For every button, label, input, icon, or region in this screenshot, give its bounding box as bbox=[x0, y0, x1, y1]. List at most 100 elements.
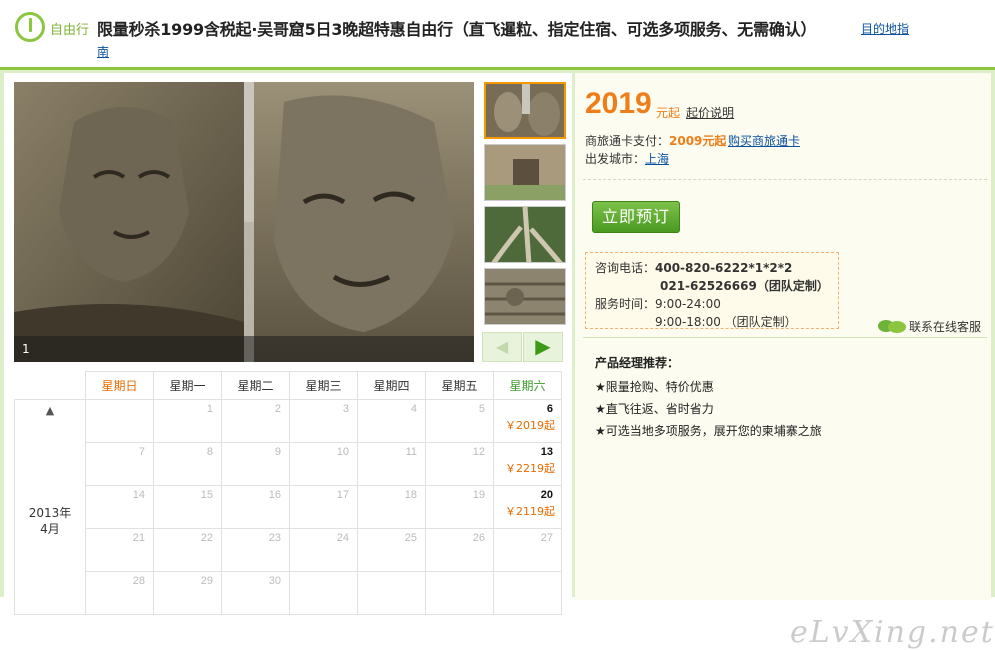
recommend-item: ★限量抢购、特价优惠 bbox=[595, 380, 714, 394]
product-info-panel: 2019 元起 起价说明 商旅通卡支付： 2009元起 购买商旅通卡 出发城市：… bbox=[575, 73, 991, 600]
calendar-year-month: 2013年4月 bbox=[28, 506, 72, 536]
thumbnail-tree-roots[interactable] bbox=[484, 206, 566, 263]
calendar-day: 17 bbox=[289, 485, 358, 529]
product-frame: 1 ◀ ▶ 星期日 星期一 星期二 星期三 星期四 星期五 星期六 ▲ 2013… bbox=[0, 67, 995, 650]
calendar-day-available[interactable]: 6 ￥2019起 bbox=[493, 399, 562, 443]
calendar-day: 7 bbox=[85, 442, 154, 486]
calendar-day: 11 bbox=[357, 442, 426, 486]
day-number: 18 bbox=[404, 489, 417, 501]
service-hours-label: 服务时间： bbox=[595, 297, 656, 311]
calendar-day: 29 bbox=[153, 571, 222, 615]
price-explanation-link[interactable]: 起价说明 bbox=[686, 104, 734, 121]
day-number: 4 bbox=[410, 403, 417, 415]
calendar-day bbox=[289, 571, 358, 615]
calendar-week-row: 14 15 16 17 18 19 20 ￥2119起 bbox=[15, 485, 562, 529]
day-number: 24 bbox=[336, 532, 349, 544]
calendar-day: 12 bbox=[425, 442, 494, 486]
calendar-day: 21 bbox=[85, 528, 154, 572]
day-price[interactable]: ￥2119起 bbox=[494, 501, 561, 519]
day-number: 5 bbox=[478, 403, 485, 415]
thumbnail-bayon-faces[interactable] bbox=[484, 82, 566, 139]
calendar-day bbox=[357, 571, 426, 615]
calendar-day: 2 bbox=[221, 399, 290, 443]
phone-label: 咨询电话： bbox=[595, 261, 656, 275]
calendar-day: 27 bbox=[493, 528, 562, 572]
main-photo[interactable]: 1 bbox=[14, 82, 474, 362]
thumbnail-stone-relief[interactable] bbox=[484, 268, 566, 325]
calendar-day: 14 bbox=[85, 485, 154, 529]
online-service-link[interactable]: 联系在线客服 bbox=[909, 318, 981, 335]
recommend-item: ★直飞往返、省时省力 bbox=[595, 402, 714, 416]
calendar-day bbox=[493, 571, 562, 615]
thumbnail-image bbox=[485, 207, 565, 262]
weekday-header: 星期五 bbox=[425, 371, 494, 400]
site-watermark: eLvXing.net bbox=[790, 615, 995, 650]
day-price[interactable]: ￥2219起 bbox=[494, 458, 561, 476]
previous-month-arrow-icon[interactable]: ▲ bbox=[15, 404, 85, 417]
calendar-day: 4 bbox=[357, 399, 426, 443]
calendar-week-row: 7 8 9 10 11 12 13 ￥2219起 bbox=[15, 442, 562, 486]
day-number: 21 bbox=[132, 532, 145, 544]
calendar-weekday-row: 星期日 星期一 星期二 星期三 星期四 星期五 星期六 bbox=[14, 371, 562, 400]
phone-number-1: 400-820-6222*1*2*2 bbox=[655, 261, 793, 275]
gallery-prev-button[interactable]: ◀ bbox=[482, 332, 522, 362]
day-number: 27 bbox=[540, 532, 553, 544]
photo-caption: 1 bbox=[14, 336, 474, 362]
gallery-next-button[interactable]: ▶ bbox=[523, 332, 563, 362]
destination-guide-link[interactable]: 目的地指 bbox=[861, 20, 909, 37]
day-number: 14 bbox=[132, 489, 145, 501]
calendar-day: 25 bbox=[357, 528, 426, 572]
calendar-day: 23 bbox=[221, 528, 290, 572]
weekday-header: 星期三 bbox=[289, 371, 358, 400]
weekday-header: 星期日 bbox=[85, 371, 154, 400]
calendar-month-cell: ▲ 2013年4月 bbox=[14, 399, 86, 615]
departure-city-link[interactable]: 上海 bbox=[645, 150, 669, 167]
service-hours-1: 9:00-24:00 bbox=[655, 297, 721, 311]
day-number: 2 bbox=[274, 403, 281, 415]
phone-number-2: 021-62526669（团队定制） bbox=[660, 279, 829, 293]
calendar-week-row: 21 22 23 24 25 26 27 bbox=[15, 528, 562, 572]
day-number: 10 bbox=[336, 446, 349, 458]
day-price[interactable]: ￥2019起 bbox=[494, 415, 561, 433]
day-number: 3 bbox=[342, 403, 349, 415]
calendar-day bbox=[425, 571, 494, 615]
weekday-header: 星期六 bbox=[493, 371, 562, 400]
day-number: 8 bbox=[206, 446, 213, 458]
calendar-day: 26 bbox=[425, 528, 494, 572]
calendar-day: 30 bbox=[221, 571, 290, 615]
buy-travel-card-link[interactable]: 购买商旅通卡 bbox=[728, 132, 800, 149]
calendar-day: 3 bbox=[289, 399, 358, 443]
day-number: 23 bbox=[268, 532, 281, 544]
page-header: 自由行 限量秒杀1999含税起·吴哥窟5日3晚超特惠自由行（直飞暹粒、指定住宿、… bbox=[0, 0, 995, 67]
thumbnail-image bbox=[485, 269, 565, 324]
day-number: 12 bbox=[472, 446, 485, 458]
starting-price: 2019 bbox=[585, 87, 652, 120]
departure-city-label: 出发城市： bbox=[585, 152, 646, 166]
weekday-header: 星期一 bbox=[153, 371, 222, 400]
day-number: 22 bbox=[200, 532, 213, 544]
calendar-day: 19 bbox=[425, 485, 494, 529]
destination-guide-link-continued[interactable]: 南 bbox=[97, 43, 109, 60]
thumbnail-temple-gate[interactable] bbox=[484, 144, 566, 201]
card-payment-label: 商旅通卡支付： bbox=[585, 134, 670, 148]
calendar-day bbox=[85, 399, 154, 443]
calendar-day-available[interactable]: 20 ￥2119起 bbox=[493, 485, 562, 529]
calendar-day: 1 bbox=[153, 399, 222, 443]
contact-box: 咨询电话： 400-820-6222*1*2*2 021-62526669（团队… bbox=[585, 252, 839, 329]
day-number: 15 bbox=[200, 489, 213, 501]
calendar-day: 5 bbox=[425, 399, 494, 443]
day-number: 19 bbox=[472, 489, 485, 501]
free-travel-logo-icon bbox=[15, 12, 45, 42]
calendar-day: 16 bbox=[221, 485, 290, 529]
weekday-header: 星期二 bbox=[221, 371, 290, 400]
service-hours-2: 9:00-18:00 （团队定制） bbox=[655, 315, 797, 329]
day-number: 20 bbox=[540, 489, 553, 501]
thumbnail-image bbox=[485, 145, 565, 200]
card-payment-price: 2009元起 bbox=[669, 134, 727, 148]
day-number: 29 bbox=[200, 575, 213, 587]
calendar-day-available[interactable]: 13 ￥2219起 bbox=[493, 442, 562, 486]
calendar-day: 9 bbox=[221, 442, 290, 486]
book-now-button[interactable]: 立即预订 bbox=[592, 201, 680, 233]
product-title: 限量秒杀1999含税起·吴哥窟5日3晚超特惠自由行（直飞暹粒、指定住宿、可选多项… bbox=[97, 20, 817, 39]
calendar-corner bbox=[14, 371, 86, 400]
